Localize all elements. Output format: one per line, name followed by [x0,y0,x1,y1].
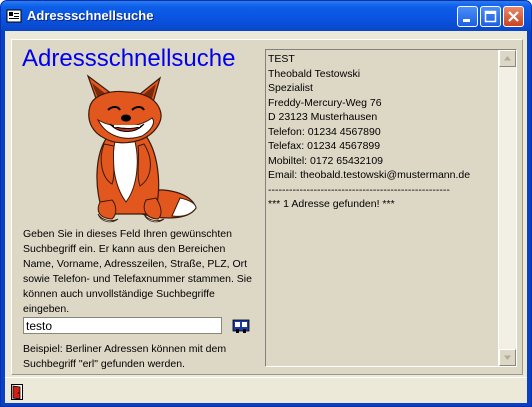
address-search-icon [232,319,250,333]
minimize-button[interactable] [457,6,478,27]
result-line: D 23123 Musterhausen [268,111,378,123]
result-line: ----------------------------------------… [268,183,450,196]
scroll-down-button[interactable] [499,349,516,366]
exit-door-icon[interactable] [11,384,23,400]
result-line: *** 1 Adresse gefunden! *** [268,198,395,210]
page-title: Adressschnellsuche [22,45,236,72]
result-line: Theobald Testowski [268,67,361,80]
result-line: Freddy-Mercury-Weg 76 [268,96,382,109]
close-icon [508,11,519,22]
results-box[interactable]: TEST Theobald Testowski Spezialist Freddy-M… [265,49,517,367]
search-button[interactable] [232,317,250,335]
scroll-up-button[interactable] [499,50,516,67]
result-line: TEST [268,53,295,65]
maximize-button[interactable] [480,6,501,27]
window-client-area: Adressschnellsuche Geben Sie in dieses F… [5,31,527,403]
arrow-down-icon [504,355,511,360]
result-line: Telefax: 01234 4567899 [268,140,381,152]
example-text: Beispiel: Berliner Adressen können mit d… [23,343,227,370]
app-window: Adressschnellsuche Adressschnellsuche Ge… [0,0,532,407]
result-line: Telefon: 01234 4567890 [268,125,381,138]
minimize-icon [463,19,470,22]
result-line: Spezialist [268,82,313,94]
title-bar[interactable]: Adressschnellsuche [1,1,531,31]
fox-icon [86,74,197,223]
result-line: Mobiltel: 0172 65432109 [268,154,384,167]
window-title: Adressschnellsuche [27,8,154,23]
results-list: TEST Theobald Testowski Spezialist Freddy-M… [268,52,490,212]
app-icon[interactable] [6,8,22,24]
results-scrollbar[interactable] [498,50,516,366]
help-text: Geben Sie in dieses Feld Ihren gewünscht… [23,228,252,315]
result-line: Email: theobald.testowski@mustermann.de [268,169,471,181]
close-button[interactable] [503,6,524,27]
arrow-up-icon [504,56,511,61]
status-bar [5,377,527,403]
maximize-icon [484,10,497,23]
search-panel: Adressschnellsuche Geben Sie in dieses F… [11,39,523,375]
search-input[interactable] [23,317,222,334]
